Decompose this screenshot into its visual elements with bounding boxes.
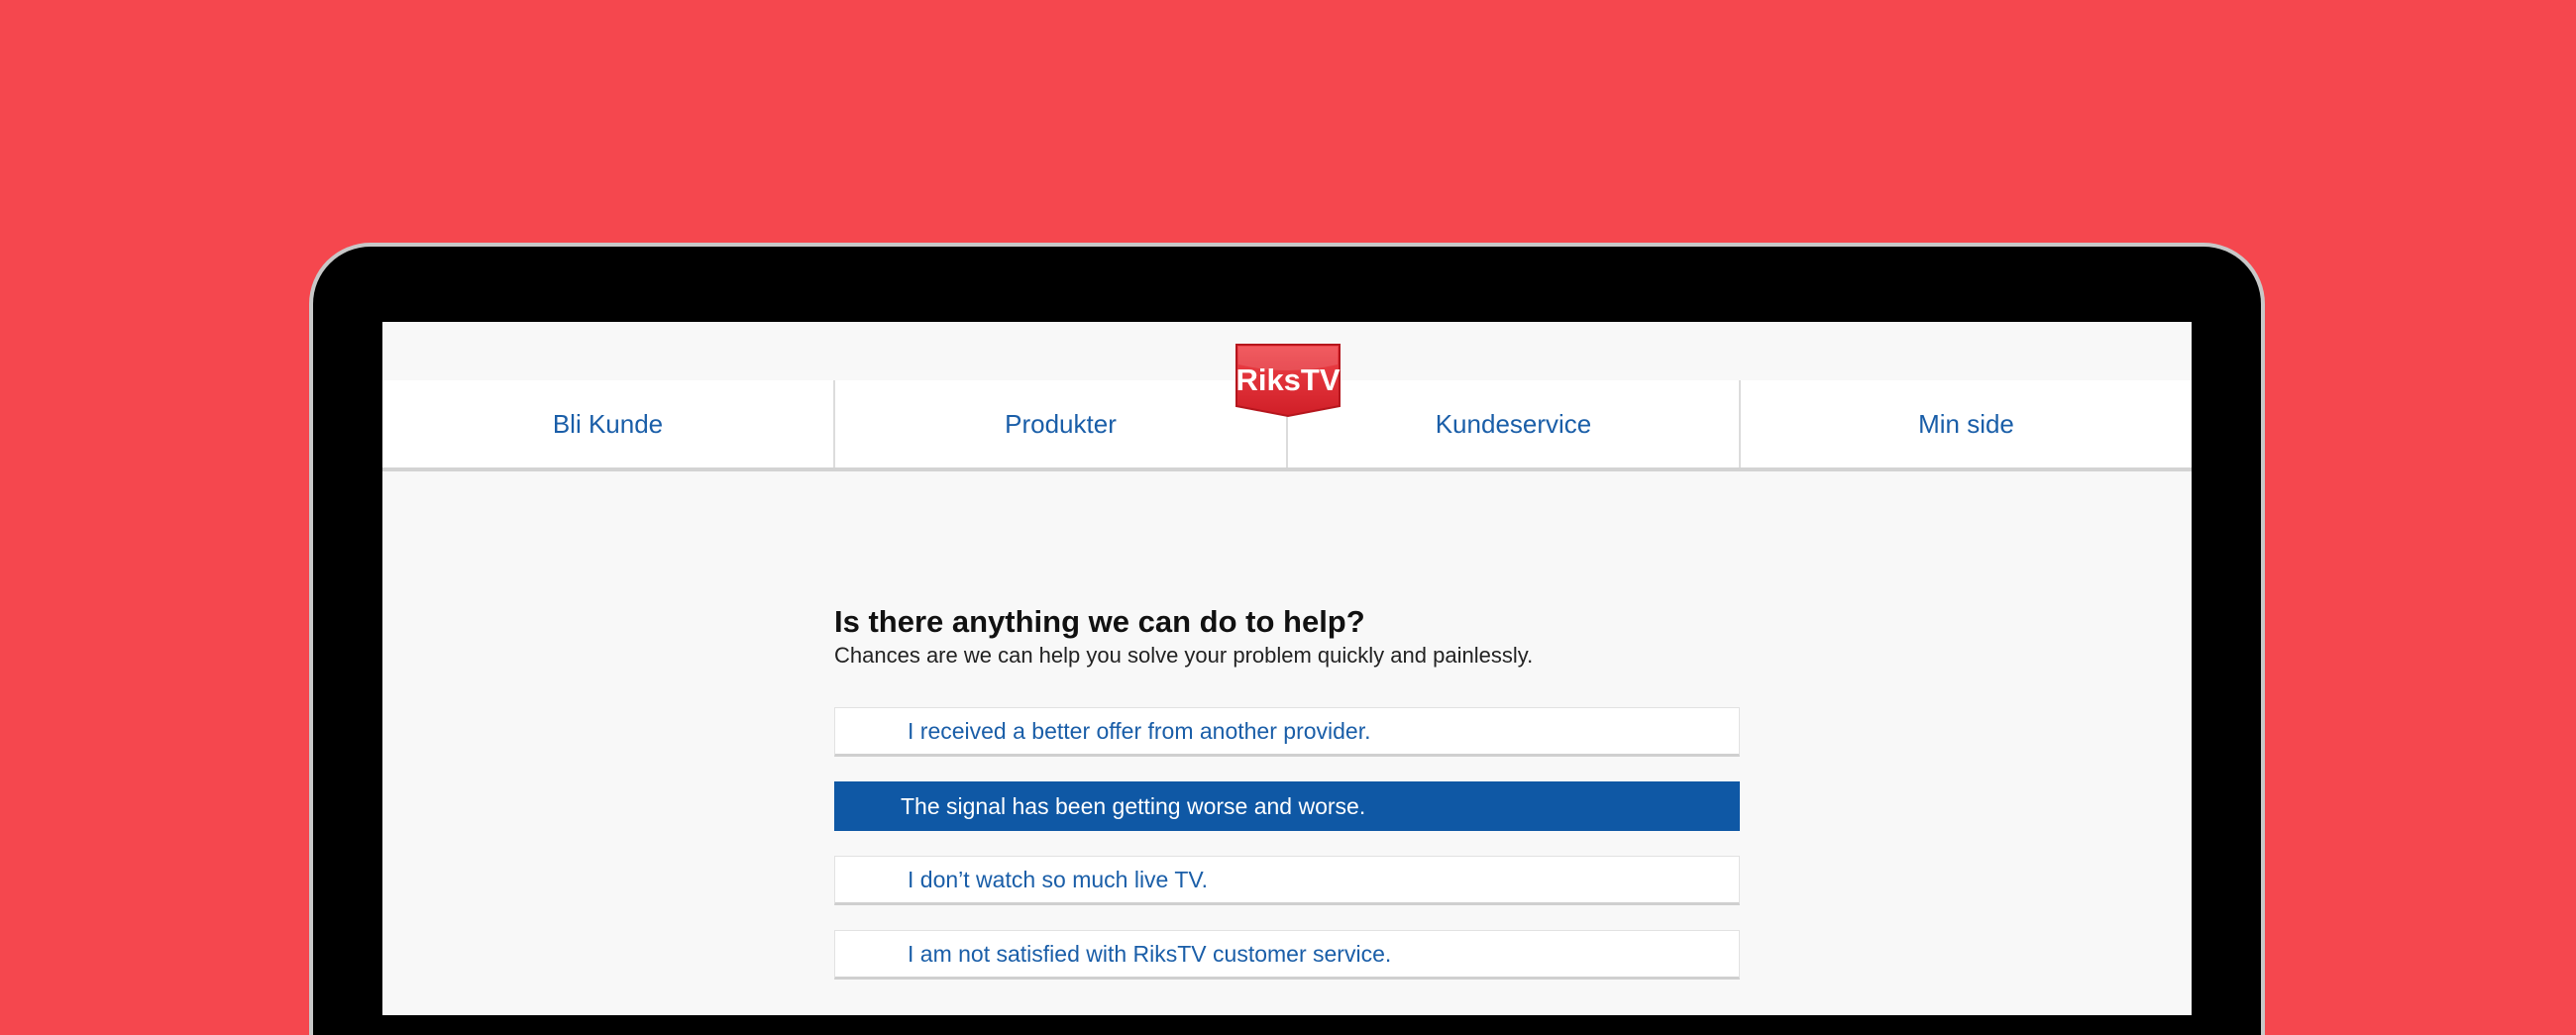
help-section: Is there anything we can do to help? Cha… [834,602,1740,1004]
browser-screen: Bli Kunde Produkter Kundeservice Min sid… [382,322,2192,1015]
option-better-offer[interactable]: I received a better offer from another p… [834,707,1740,757]
logo-text: RiksTV [1235,362,1340,397]
option-less-live-tv[interactable]: I don’t watch so much live TV. [834,856,1740,905]
page-subtitle: Chances are we can help you solve your p… [834,643,1534,668]
options-list: I received a better offer from another p… [834,707,1740,980]
page-title: Is there anything we can do to help? [834,604,1365,639]
nav-item-kundeservice[interactable]: Kundeservice [1288,380,1741,467]
option-customer-service[interactable]: I am not satisfied with RiksTV customer … [834,930,1740,980]
nav-item-bli-kunde[interactable]: Bli Kunde [382,380,835,467]
nav-item-produkter[interactable]: Produkter [835,380,1288,467]
option-signal-worse[interactable]: The signal has been getting worse and wo… [834,781,1740,831]
nav-item-min-side[interactable]: Min side [1741,380,2192,467]
rikstv-logo[interactable]: RiksTV [1234,343,1342,418]
